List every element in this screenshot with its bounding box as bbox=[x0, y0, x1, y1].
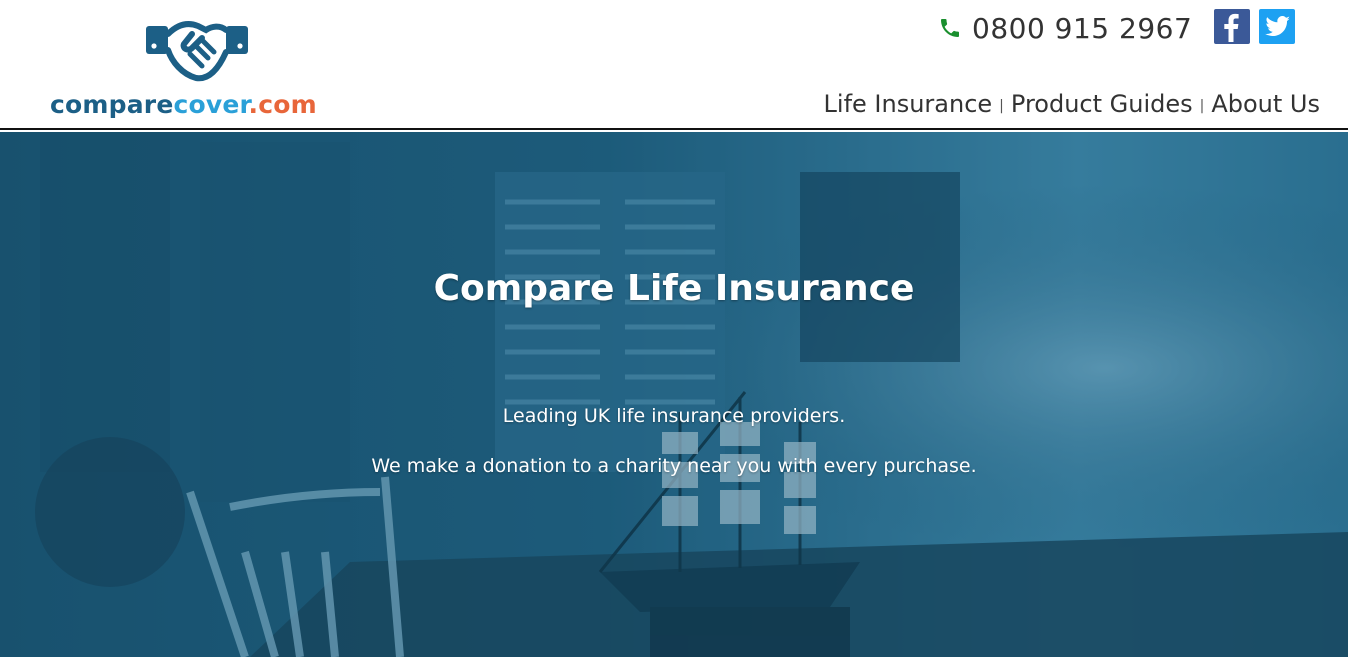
phone-contact[interactable]: 0800 915 2967 bbox=[938, 8, 1192, 48]
handshake-icon bbox=[146, 21, 248, 82]
phone-icon bbox=[938, 15, 964, 41]
nav-about-us[interactable]: About Us bbox=[1211, 90, 1320, 118]
facebook-link[interactable] bbox=[1214, 9, 1250, 44]
social-links bbox=[1214, 9, 1295, 44]
facebook-icon bbox=[1214, 9, 1250, 44]
hero-banner: Compare Life Insurance Leading UK life i… bbox=[0, 132, 1348, 657]
hero-charity-note: We make a donation to a charity near you… bbox=[371, 455, 977, 477]
logo-wordmark: comparecover.com bbox=[50, 90, 317, 119]
site-logo[interactable]: comparecover.com bbox=[50, 12, 325, 124]
nav-product-guides[interactable]: Product Guides bbox=[1011, 90, 1193, 118]
site-header: comparecover.com 0800 915 2967 Life Insu… bbox=[0, 0, 1348, 130]
hero-background-image bbox=[0, 132, 1348, 657]
logo-text-com: .com bbox=[248, 90, 317, 119]
twitter-link[interactable] bbox=[1259, 9, 1295, 44]
twitter-icon bbox=[1259, 9, 1295, 44]
nav-separator: | bbox=[1199, 98, 1205, 114]
main-nav: Life Insurance | Product Guides | About … bbox=[824, 90, 1320, 118]
phone-number[interactable]: 0800 915 2967 bbox=[972, 12, 1192, 45]
nav-separator: | bbox=[999, 98, 1004, 114]
nav-life-insurance[interactable]: Life Insurance bbox=[824, 90, 993, 118]
hero-tagline: Leading UK life insurance providers. bbox=[502, 405, 846, 427]
hero-title: Compare Life Insurance bbox=[433, 268, 915, 309]
logo-text-cover: cover bbox=[173, 90, 249, 119]
logo-text-compare: compare bbox=[50, 90, 174, 119]
